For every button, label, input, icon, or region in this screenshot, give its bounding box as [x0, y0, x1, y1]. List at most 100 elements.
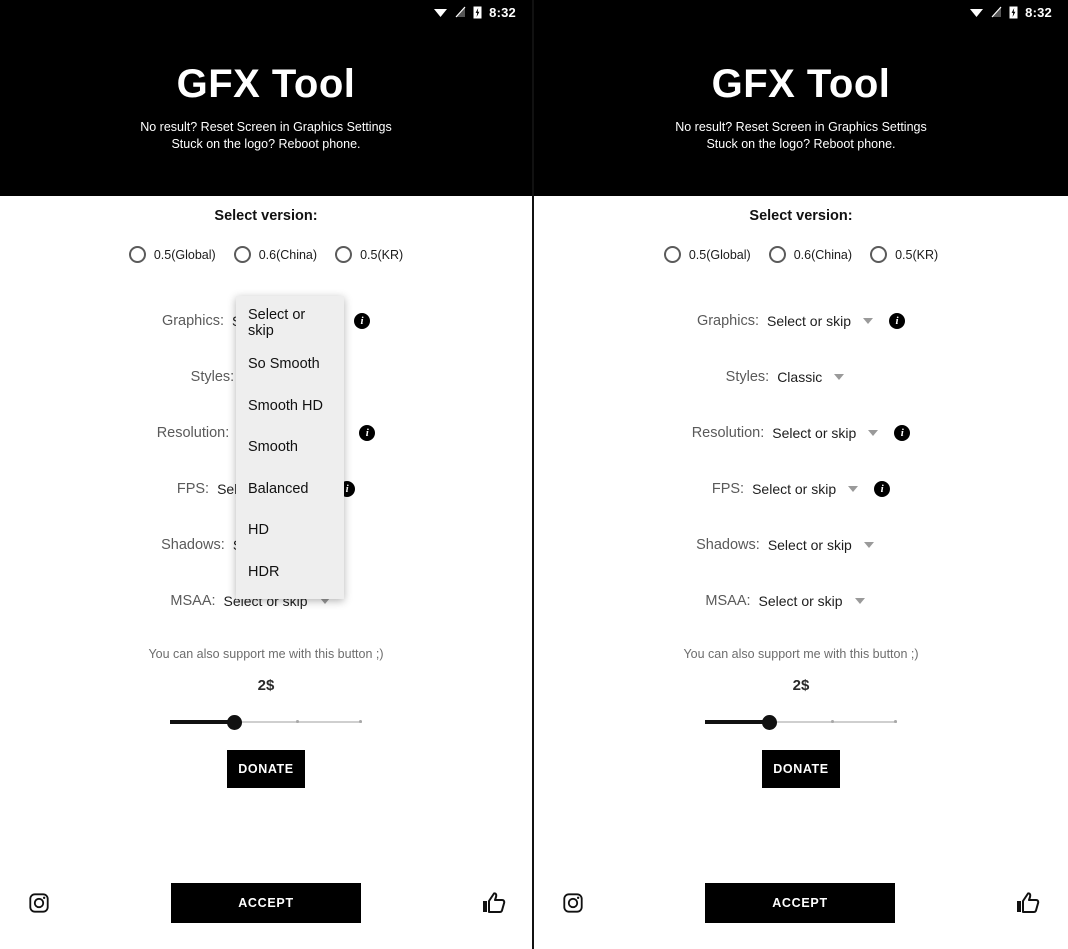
slider-thumb[interactable] — [762, 715, 777, 730]
radio-label: 0.5(KR) — [895, 247, 939, 262]
setting-row-fps[interactable]: FPS: Select or skip i — [534, 461, 1068, 517]
setting-value[interactable]: Classic — [777, 369, 822, 385]
status-bar-time: 8:32 — [489, 4, 516, 20]
battery-charging-icon — [473, 6, 482, 18]
donate-amount-slider[interactable] — [170, 712, 362, 732]
status-bar-time: 8:32 — [1025, 4, 1052, 20]
chevron-down-icon[interactable] — [319, 598, 330, 604]
info-icon[interactable]: i — [354, 313, 371, 329]
donate-button[interactable]: DONATE — [227, 750, 305, 788]
slider-tick — [831, 720, 834, 723]
instagram-icon[interactable] — [562, 892, 584, 914]
app-header: GFX Tool No result? Reset Screen in Grap… — [534, 24, 1068, 196]
thumbs-up-icon[interactable] — [1016, 892, 1040, 914]
slider-tick — [296, 720, 299, 723]
setting-value[interactable]: Select or skip — [759, 593, 843, 609]
accept-button[interactable]: ACCEPT — [171, 883, 361, 923]
chevron-down-icon[interactable] — [868, 430, 879, 436]
app-title: GFX Tool — [711, 62, 891, 106]
wifi-icon — [970, 9, 984, 17]
setting-row-msaa[interactable]: MSAA: Select or skip — [534, 573, 1068, 629]
setting-value[interactable]: Select or skip — [752, 481, 836, 497]
chevron-down-icon[interactable] — [834, 374, 845, 380]
radio-label: 0.6(China) — [793, 247, 853, 262]
setting-label: Resolution: — [691, 425, 765, 441]
radio-option-china[interactable]: 0.6(China) — [768, 246, 853, 263]
radio-label: 0.5(KR) — [360, 247, 404, 262]
setting-value[interactable]: Select or skip — [768, 537, 852, 553]
dropdown-option[interactable]: Balanced — [236, 468, 344, 510]
slider-thumb[interactable] — [227, 715, 242, 730]
radio-circle-icon[interactable] — [128, 246, 146, 263]
header-subtitle-2: Stuck on the logo? Reboot phone. — [171, 137, 361, 151]
info-icon[interactable]: i — [874, 481, 891, 497]
donate-amount-slider[interactable] — [705, 712, 897, 732]
slider-tick — [359, 720, 362, 723]
bottom-bar: ACCEPT — [534, 857, 1068, 949]
dropdown-option[interactable]: So Smooth — [236, 344, 344, 386]
setting-label: MSAA: — [705, 593, 751, 609]
select-version-heading: Select version: — [214, 208, 318, 224]
donate-note: You can also support me with this button… — [683, 647, 919, 661]
app-title: GFX Tool — [176, 62, 356, 106]
info-icon[interactable]: i — [889, 313, 906, 329]
setting-label: Shadows: — [696, 537, 760, 553]
setting-label: Graphics: — [161, 313, 224, 329]
setting-label: Shadows: — [161, 537, 225, 553]
setting-value[interactable]: Select or skip — [772, 425, 856, 441]
dropdown-option[interactable]: HDR — [236, 551, 344, 593]
select-version-heading: Select version: — [749, 208, 853, 224]
radio-circle-icon[interactable] — [768, 246, 786, 263]
setting-label: FPS: — [176, 481, 210, 497]
slider-track-fill — [170, 720, 234, 724]
radio-label: 0.5(Global) — [688, 247, 751, 262]
setting-row-graphics[interactable]: Graphics: Select or skip i — [534, 293, 1068, 349]
radio-option-global[interactable]: 0.5(Global) — [128, 246, 216, 263]
version-radio-group: 0.5(Global) 0.6(China) 0.5(KR) — [534, 246, 1068, 263]
info-icon[interactable]: i — [894, 425, 911, 441]
thumbs-up-icon[interactable] — [482, 892, 506, 914]
radio-option-global[interactable]: 0.5(Global) — [663, 246, 751, 263]
setting-label: Styles: — [190, 369, 235, 385]
right-content: Select version: 0.5(Global) 0.6(China) 0… — [534, 208, 1068, 788]
setting-label: MSAA: — [170, 593, 216, 609]
radio-circle-icon[interactable] — [335, 246, 353, 263]
setting-label: Styles: — [725, 369, 770, 385]
radio-circle-icon[interactable] — [870, 246, 888, 263]
dropdown-option[interactable]: Smooth — [236, 427, 344, 469]
setting-label: FPS: — [711, 481, 745, 497]
signal-off-icon — [991, 6, 1002, 18]
donate-note: You can also support me with this button… — [148, 647, 384, 661]
chevron-down-icon[interactable] — [848, 486, 859, 492]
dropdown-option[interactable]: Smooth HD — [236, 385, 344, 427]
radio-option-kr[interactable]: 0.5(KR) — [870, 246, 938, 263]
chevron-down-icon[interactable] — [854, 598, 865, 604]
status-bar: 8:32 — [0, 0, 532, 24]
radio-option-kr[interactable]: 0.5(KR) — [335, 246, 403, 263]
slider-tick — [894, 720, 897, 723]
chevron-down-icon[interactable] — [863, 318, 874, 324]
radio-circle-icon[interactable] — [233, 246, 251, 263]
version-radio-group: 0.5(Global) 0.6(China) 0.5(KR) — [0, 246, 532, 263]
right-settings-list: Graphics: Select or skip i Styles: Class… — [534, 293, 1068, 629]
bottom-bar: ACCEPT — [0, 857, 534, 949]
setting-row-resolution[interactable]: Resolution: Select or skip i — [534, 405, 1068, 461]
accept-button[interactable]: ACCEPT — [705, 883, 895, 923]
radio-option-china[interactable]: 0.6(China) — [233, 246, 317, 263]
graphics-dropdown-menu[interactable]: Select or skip So Smooth Smooth HD Smoot… — [236, 296, 344, 599]
status-bar: 8:32 — [534, 0, 1068, 24]
donate-button[interactable]: DONATE — [762, 750, 840, 788]
header-subtitle-1: No result? Reset Screen in Graphics Sett… — [140, 120, 392, 134]
instagram-icon[interactable] — [28, 892, 50, 914]
signal-off-icon — [455, 6, 466, 18]
slider-track-fill — [705, 720, 769, 724]
donate-section: You can also support me with this button… — [534, 647, 1068, 788]
setting-row-styles[interactable]: Styles: Classic — [534, 349, 1068, 405]
setting-row-shadows[interactable]: Shadows: Select or skip — [534, 517, 1068, 573]
dropdown-option[interactable]: HD — [236, 510, 344, 552]
dropdown-option[interactable]: Select or skip — [236, 302, 344, 344]
info-icon[interactable]: i — [359, 425, 376, 441]
chevron-down-icon[interactable] — [863, 542, 874, 548]
radio-circle-icon[interactable] — [663, 246, 681, 263]
setting-value[interactable]: Select or skip — [767, 313, 851, 329]
